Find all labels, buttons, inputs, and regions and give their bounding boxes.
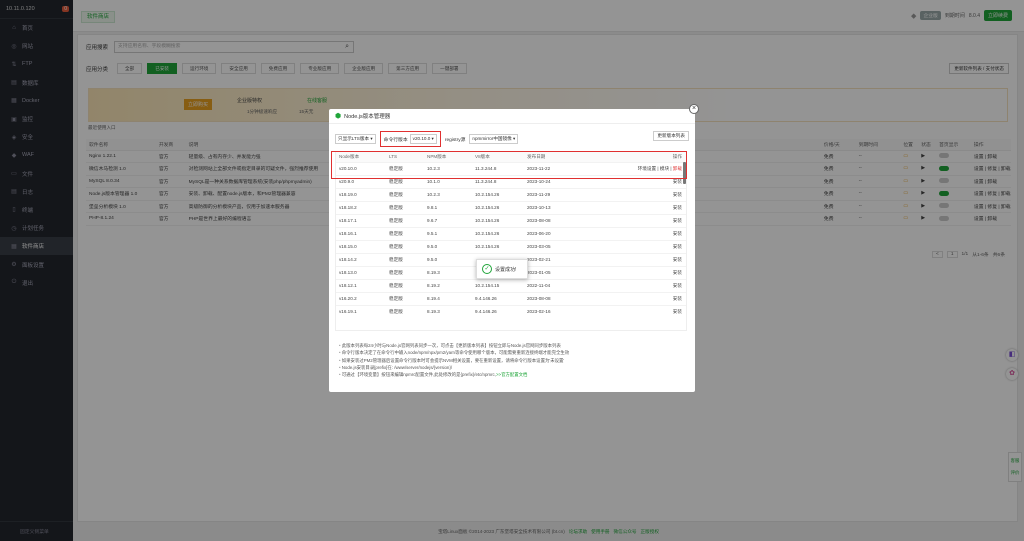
npm-version: 9.5.0 xyxy=(424,252,472,266)
v8-version: 9.4.146.26 xyxy=(472,291,524,305)
version-actions[interactable]: 安装 xyxy=(604,252,686,266)
version-actions[interactable]: 安装 xyxy=(604,226,686,240)
lts-filter-select[interactable]: 只显示LTS版本 ▾ xyxy=(335,134,376,144)
version-actions[interactable]: 安装 xyxy=(604,213,686,227)
dialog-filter-row: 只显示LTS版本 ▾ 命令行版本 v20.10.0 ▾ registry源 np… xyxy=(335,131,519,147)
toast-message: 设置成功! xyxy=(495,266,517,273)
v8-version: 10.2.154.26 xyxy=(472,226,524,240)
lts-status: 稳定版 xyxy=(386,187,424,201)
official-docs-link[interactable]: >>官方配置文档 xyxy=(496,372,527,377)
version-actions[interactable]: 安装 xyxy=(604,265,686,279)
version-row[interactable]: v18.16.1 稳定版 9.5.1 10.2.154.26 2023-06-20 安装 xyxy=(336,226,686,240)
dialog-title: Node.js版本管理器 xyxy=(344,114,391,120)
lts-status: 稳定版 xyxy=(386,200,424,214)
release-date: 2023-03-05 xyxy=(524,239,604,253)
node-version: v18.13.0 xyxy=(336,265,386,279)
version-actions[interactable]: 安装 xyxy=(604,291,686,305)
node-version: v18.19.0 xyxy=(336,187,386,201)
dialog-header: ⬢ Node.js版本管理器 xyxy=(329,109,695,124)
help-notes: 此版本列表每24小时与Node.js官网列表同步一次，可点击【更新版本列表】按钮… xyxy=(339,342,569,378)
help-note: 可通过【环境变量】按钮来编辑npmrc配置文件,此处修改的是{prefix}/e… xyxy=(339,371,569,378)
registry-label: registry源 xyxy=(444,137,466,143)
cmd-version-select[interactable]: v20.10.0 ▾ xyxy=(409,134,437,144)
release-date: 2023-01-05 xyxy=(524,265,604,279)
v8-version: 10.2.154.26 xyxy=(472,187,524,201)
current-version-highlight xyxy=(331,151,687,179)
version-row[interactable]: v18.15.0 稳定版 9.5.0 10.2.154.26 2023-03-05 安装 xyxy=(336,239,686,253)
node-version: v18.16.1 xyxy=(336,226,386,240)
version-row[interactable]: v18.12.1 稳定版 8.19.2 10.2.154.15 2022-11-04 安装 xyxy=(336,278,686,292)
cmd-version-group: 命令行版本 v20.10.0 ▾ xyxy=(379,131,441,147)
success-toast: ✓ 设置成功! xyxy=(476,259,528,279)
lts-status: 稳定版 xyxy=(386,226,424,240)
v8-version: 10.2.154.26 xyxy=(472,200,524,214)
close-icon[interactable]: × xyxy=(689,104,699,114)
npm-version: 8.19.2 xyxy=(424,278,472,292)
node-version: v16.19.1 xyxy=(336,304,386,318)
lts-status: 稳定版 xyxy=(386,213,424,227)
version-row[interactable]: v18.19.0 稳定版 10.2.3 10.2.154.26 2023-11-29 安装 xyxy=(336,187,686,201)
node-version: v18.18.2 xyxy=(336,200,386,214)
cmd-version-label: 命令行版本 xyxy=(383,137,408,143)
v8-version: 10.2.154.26 xyxy=(472,239,524,253)
release-date: 2023-10-13 xyxy=(524,200,604,214)
node-version: v18.17.1 xyxy=(336,213,386,227)
node-version: v18.15.0 xyxy=(336,239,386,253)
help-note: Node.js安装目录[prefix]在: /www/server/nodejs… xyxy=(339,364,569,371)
npm-version: 8.19.3 xyxy=(424,304,472,318)
node-version: v18.14.2 xyxy=(336,252,386,266)
release-date: 2023-08-08 xyxy=(524,291,604,305)
help-note: 此版本列表每24小时与Node.js官网列表同步一次，可点击【更新版本列表】按钮… xyxy=(339,342,569,349)
version-row[interactable]: v16.20.2 稳定版 8.19.4 9.4.146.26 2023-08-08 安装 xyxy=(336,291,686,305)
node-version: v16.20.2 xyxy=(336,291,386,305)
npm-version: 9.5.1 xyxy=(424,226,472,240)
version-actions[interactable]: 安装 xyxy=(604,239,686,253)
version-actions[interactable]: 安装 xyxy=(604,278,686,292)
version-actions[interactable]: 安装 xyxy=(604,200,686,214)
version-row[interactable]: v18.17.1 稳定版 9.6.7 10.2.154.26 2023-08-08 安装 xyxy=(336,213,686,227)
release-date: 2023-11-29 xyxy=(524,187,604,201)
npm-version: 8.19.3 xyxy=(424,265,472,279)
check-icon: ✓ xyxy=(482,264,492,274)
lts-status: 稳定版 xyxy=(386,304,424,318)
help-note: 命令行版本决定了在命令行中输入node/npm/npx/pm2/yarn等命令使… xyxy=(339,349,569,356)
release-date: 2023-02-16 xyxy=(524,304,604,318)
registry-select[interactable]: npmmirror中国镜像 ▾ xyxy=(469,134,519,144)
npm-version: 8.19.4 xyxy=(424,291,472,305)
lts-status: 稳定版 xyxy=(386,291,424,305)
release-date: 2022-11-04 xyxy=(524,278,604,292)
npm-version: 10.2.3 xyxy=(424,187,472,201)
lts-status: 稳定版 xyxy=(386,278,424,292)
release-date: 2023-08-08 xyxy=(524,213,604,227)
version-actions[interactable]: 安装 xyxy=(604,187,686,201)
lts-status: 稳定版 xyxy=(386,265,424,279)
nodejs-icon: ⬢ xyxy=(335,113,342,120)
refresh-version-button[interactable]: 更新版本列表 xyxy=(653,131,689,141)
lts-status: 稳定版 xyxy=(386,239,424,253)
help-note: 如果安装过PM2管理器后设置命令行版本时可会提示NVM相关设置，要在重新设置，请… xyxy=(339,357,569,364)
v8-version: 10.2.154.26 xyxy=(472,213,524,227)
lts-status: 稳定版 xyxy=(386,252,424,266)
release-date: 2023-06-20 xyxy=(524,226,604,240)
npm-version: 9.6.7 xyxy=(424,213,472,227)
version-row[interactable]: v16.19.1 稳定版 8.19.3 9.4.146.26 2023-02-16 安装 xyxy=(336,304,686,318)
node-version: v18.12.1 xyxy=(336,278,386,292)
version-row[interactable]: v18.18.2 稳定版 9.8.1 10.2.154.26 2023-10-13 安装 xyxy=(336,200,686,214)
release-date: 2023-02-21 xyxy=(524,252,604,266)
version-actions[interactable]: 安装 xyxy=(604,304,686,318)
npm-version: 9.5.0 xyxy=(424,239,472,253)
v8-version: 9.4.146.26 xyxy=(472,304,524,318)
v8-version: 10.2.154.15 xyxy=(472,278,524,292)
npm-version: 9.8.1 xyxy=(424,200,472,214)
